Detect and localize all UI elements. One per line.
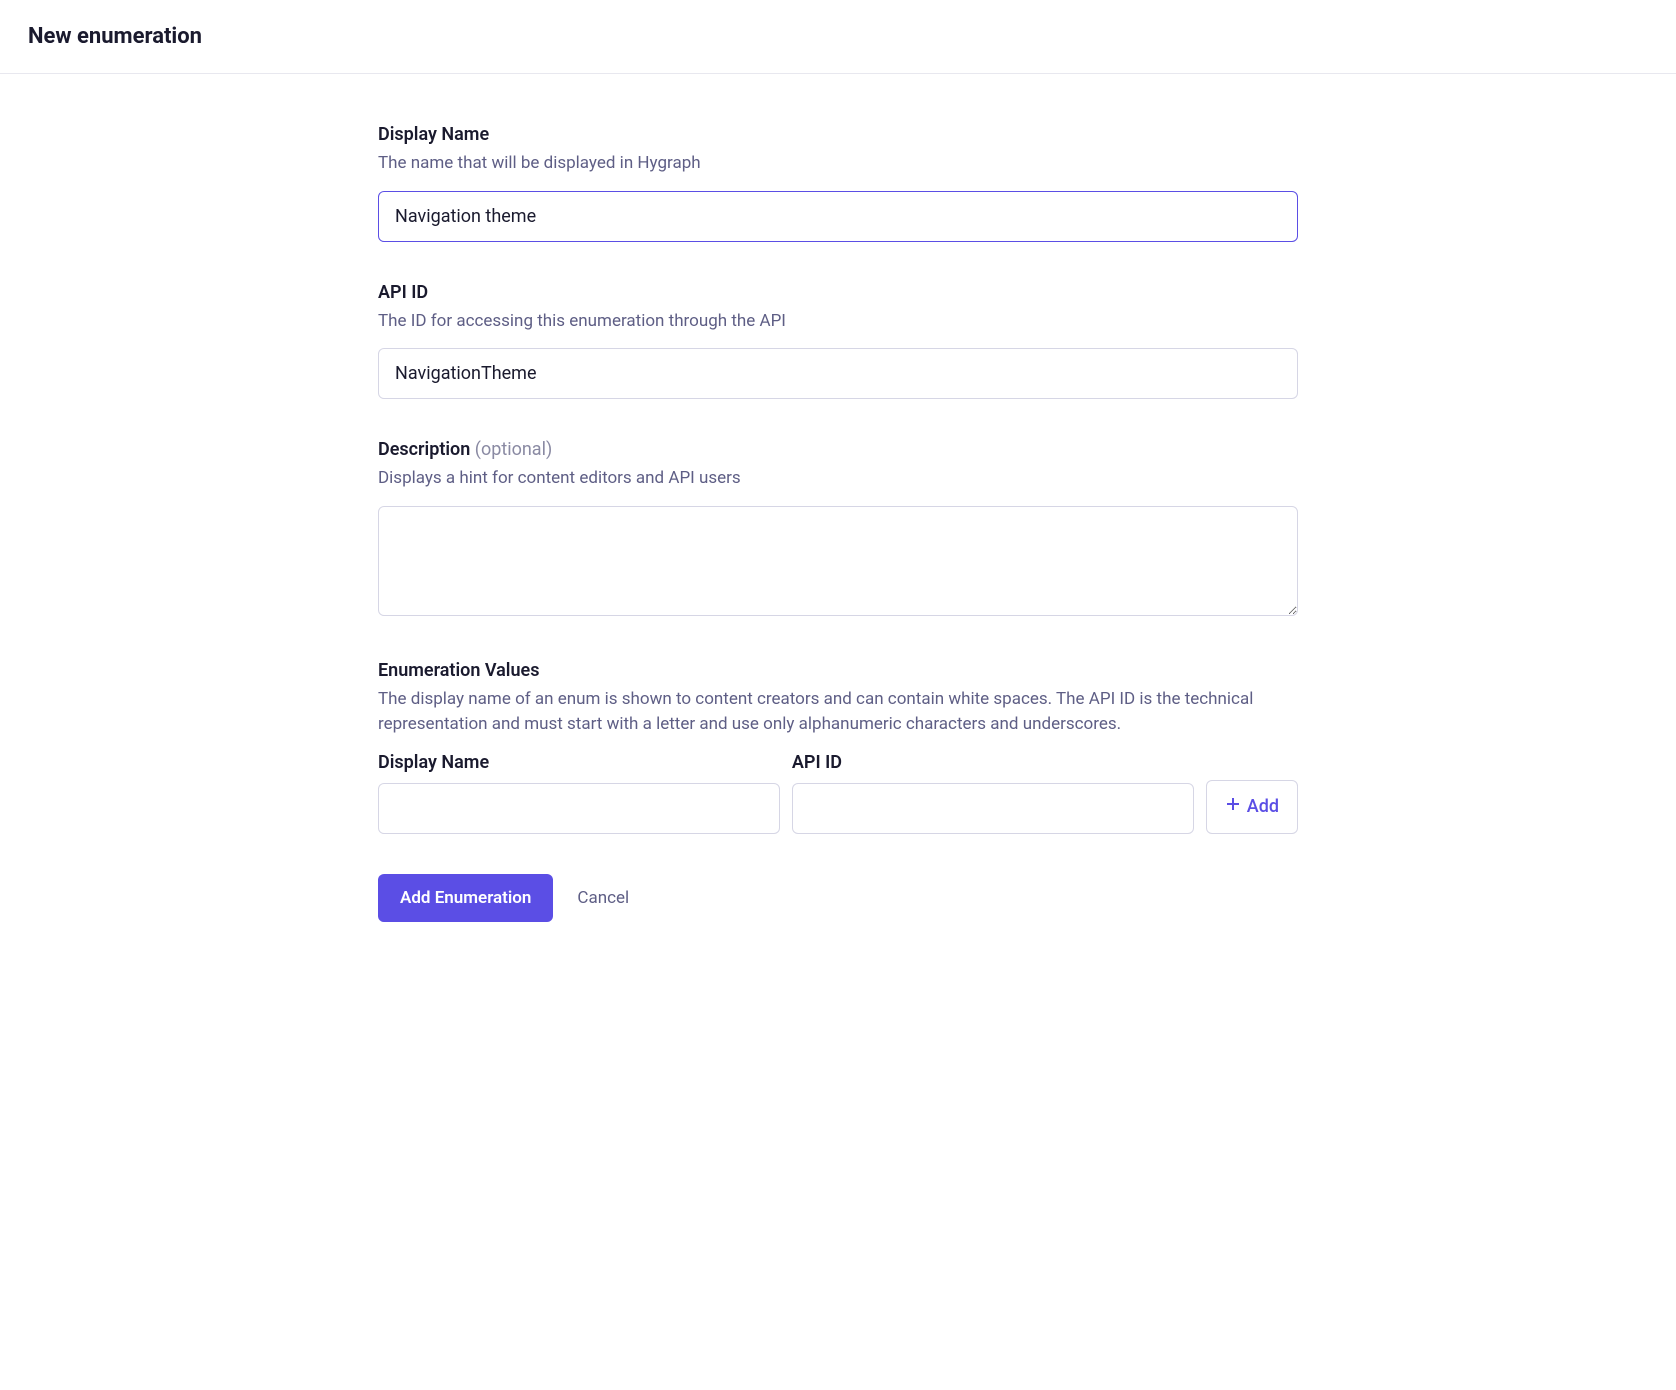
enum-value-display-name-label: Display Name <box>378 752 780 773</box>
api-id-field-group: API ID The ID for accessing this enumera… <box>378 282 1298 400</box>
form-content: Display Name The name that will be displ… <box>338 74 1338 972</box>
api-id-input[interactable] <box>378 348 1298 399</box>
api-id-hint: The ID for accessing this enumeration th… <box>378 309 1298 335</box>
add-enumeration-button[interactable]: Add Enumeration <box>378 874 553 922</box>
display-name-hint: The name that will be displayed in Hygra… <box>378 151 1298 177</box>
description-textarea[interactable] <box>378 506 1298 616</box>
form-actions: Add Enumeration Cancel <box>378 874 1298 922</box>
description-optional-text: (optional) <box>475 439 552 460</box>
enum-value-api-id-input[interactable] <box>792 783 1194 834</box>
enum-value-api-id-col: API ID <box>792 752 1194 834</box>
description-label-text: Description <box>378 439 470 460</box>
enum-values-label: Enumeration Values <box>378 660 1298 681</box>
page-title: New enumeration <box>28 24 1648 49</box>
enum-values-row: Display Name API ID Add <box>378 752 1298 834</box>
cancel-button[interactable]: Cancel <box>577 888 629 908</box>
enum-value-api-id-label: API ID <box>792 752 1194 773</box>
display-name-label: Display Name <box>378 124 1298 145</box>
enum-value-display-name-input[interactable] <box>378 783 780 834</box>
display-name-field-group: Display Name The name that will be displ… <box>378 124 1298 242</box>
display-name-input[interactable] <box>378 191 1298 242</box>
plus-icon <box>1225 796 1241 817</box>
enum-values-field-group: Enumeration Values The display name of a… <box>378 660 1298 834</box>
description-label: Description (optional) <box>378 439 1298 460</box>
description-hint: Displays a hint for content editors and … <box>378 466 1298 492</box>
page-header: New enumeration <box>0 0 1676 74</box>
add-value-label: Add <box>1247 796 1279 817</box>
description-field-group: Description (optional) Displays a hint f… <box>378 439 1298 620</box>
enum-value-display-name-col: Display Name <box>378 752 780 834</box>
api-id-label: API ID <box>378 282 1298 303</box>
enum-values-hint: The display name of an enum is shown to … <box>378 687 1298 738</box>
add-value-button[interactable]: Add <box>1206 780 1298 834</box>
